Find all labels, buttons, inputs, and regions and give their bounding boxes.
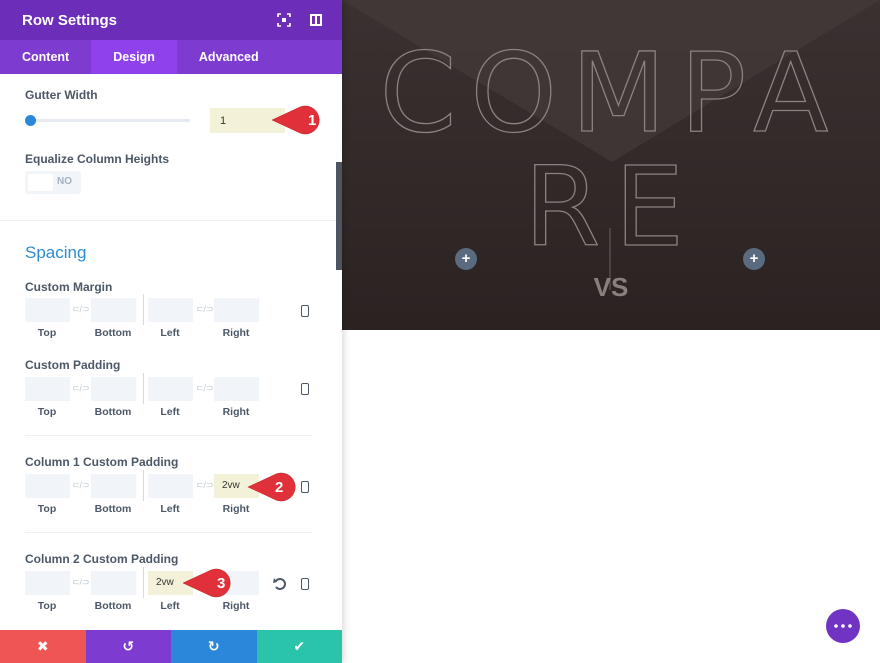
callout-marker-3: 3 <box>182 568 231 598</box>
more-dots-icon <box>834 624 852 628</box>
padding-left-input[interactable] <box>148 377 193 401</box>
caption-left: Left <box>160 503 180 515</box>
add-module-button-left[interactable]: + <box>455 248 477 270</box>
panel-scrollbar[interactable] <box>336 162 342 270</box>
panel-header: Row Settings <box>0 0 342 40</box>
caption-right: Right <box>222 327 250 339</box>
gutter-slider-track[interactable] <box>30 119 190 122</box>
toggle-text: NO <box>57 176 72 187</box>
link-icon[interactable]: ⊂/⊃ <box>72 577 90 588</box>
callout-marker-1: 1 <box>271 105 320 135</box>
margin-top-input[interactable] <box>25 298 70 322</box>
page-preview-section: COMPA RE + + VS <box>342 0 880 330</box>
callout-marker-2: 2 <box>247 472 296 502</box>
add-module-button-right[interactable]: + <box>743 248 765 270</box>
separator <box>143 294 144 325</box>
caption-left: Left <box>160 327 180 339</box>
col1-left-input[interactable] <box>148 474 193 498</box>
svg-text:2: 2 <box>275 479 283 496</box>
gutter-width-label: Gutter Width <box>25 88 98 102</box>
col2-top-input[interactable] <box>25 571 70 595</box>
caption-top: Top <box>37 503 57 515</box>
padding-right-input[interactable] <box>214 377 259 401</box>
link-icon[interactable]: ⊂/⊃ <box>196 304 214 315</box>
caption-left: Left <box>160 600 180 612</box>
vs-text: VS <box>593 272 629 302</box>
caption-top: Top <box>37 327 57 339</box>
equalize-heights-toggle[interactable]: NO <box>25 171 81 194</box>
padding-bottom-input[interactable] <box>91 377 136 401</box>
reset-icon[interactable] <box>273 577 287 591</box>
link-icon[interactable]: ⊂/⊃ <box>72 304 90 315</box>
caption-bottom: Bottom <box>94 600 132 612</box>
caption-top: Top <box>37 600 57 612</box>
link-icon[interactable]: ⊂/⊃ <box>196 480 214 491</box>
divider <box>25 532 312 533</box>
column1-padding-label: Column 1 Custom Padding <box>25 455 179 469</box>
col2-bottom-input[interactable] <box>91 571 136 595</box>
compare-heading-line2: RE <box>523 143 698 271</box>
link-icon[interactable]: ⊂/⊃ <box>72 383 90 394</box>
sidebar-layout-icon[interactable] <box>309 13 323 27</box>
custom-padding-label: Custom Padding <box>25 358 121 372</box>
responsive-phone-icon[interactable] <box>301 383 309 395</box>
tab-bar: Content Design Advanced <box>0 40 342 74</box>
tab-content[interactable]: Content <box>0 40 91 74</box>
separator <box>143 567 144 598</box>
caption-bottom: Bottom <box>94 406 132 418</box>
responsive-phone-icon[interactable] <box>301 578 309 590</box>
separator <box>143 373 144 404</box>
undo-button[interactable]: ↺ <box>85 630 171 663</box>
tab-advanced[interactable]: Advanced <box>177 40 281 74</box>
save-button[interactable]: ✔ <box>256 630 342 663</box>
col1-top-input[interactable] <box>25 474 70 498</box>
padding-top-input[interactable] <box>25 377 70 401</box>
margin-right-input[interactable] <box>214 298 259 322</box>
separator <box>143 470 144 501</box>
svg-text:1: 1 <box>308 112 316 129</box>
caption-bottom: Bottom <box>94 503 132 515</box>
page-settings-fab[interactable] <box>826 609 860 643</box>
toggle-knob <box>28 174 53 191</box>
caption-right: Right <box>222 600 250 612</box>
caption-bottom: Bottom <box>94 327 132 339</box>
link-icon[interactable]: ⊂/⊃ <box>196 383 214 394</box>
responsive-phone-icon[interactable] <box>301 305 309 317</box>
divider <box>25 435 312 436</box>
tab-design[interactable]: Design <box>91 40 177 74</box>
col1-bottom-input[interactable] <box>91 474 136 498</box>
svg-text:3: 3 <box>217 575 225 592</box>
fullscreen-icon[interactable] <box>277 13 291 27</box>
caption-right: Right <box>222 503 250 515</box>
spacing-section-title[interactable]: Spacing <box>25 243 86 263</box>
panel-title: Row Settings <box>22 11 118 29</box>
custom-margin-label: Custom Margin <box>25 280 113 294</box>
caption-right: Right <box>222 406 250 418</box>
compare-heading-line1: COMPA <box>379 29 843 157</box>
cancel-button[interactable]: ✖ <box>0 630 86 663</box>
link-icon[interactable]: ⊂/⊃ <box>72 480 90 491</box>
settings-panel: Row Settings Content Design Advanced Gut… <box>0 0 342 663</box>
divider <box>0 220 336 221</box>
panel-footer: ✖ ↺ ↻ ✔ <box>0 630 342 663</box>
margin-left-input[interactable] <box>148 298 193 322</box>
caption-left: Left <box>160 406 180 418</box>
caption-top: Top <box>37 406 57 418</box>
redo-button[interactable]: ↻ <box>171 630 257 663</box>
gutter-slider-handle[interactable] <box>25 115 36 126</box>
margin-bottom-input[interactable] <box>91 298 136 322</box>
equalize-heights-label: Equalize Column Heights <box>25 152 170 166</box>
column2-padding-label: Column 2 Custom Padding <box>25 552 179 566</box>
